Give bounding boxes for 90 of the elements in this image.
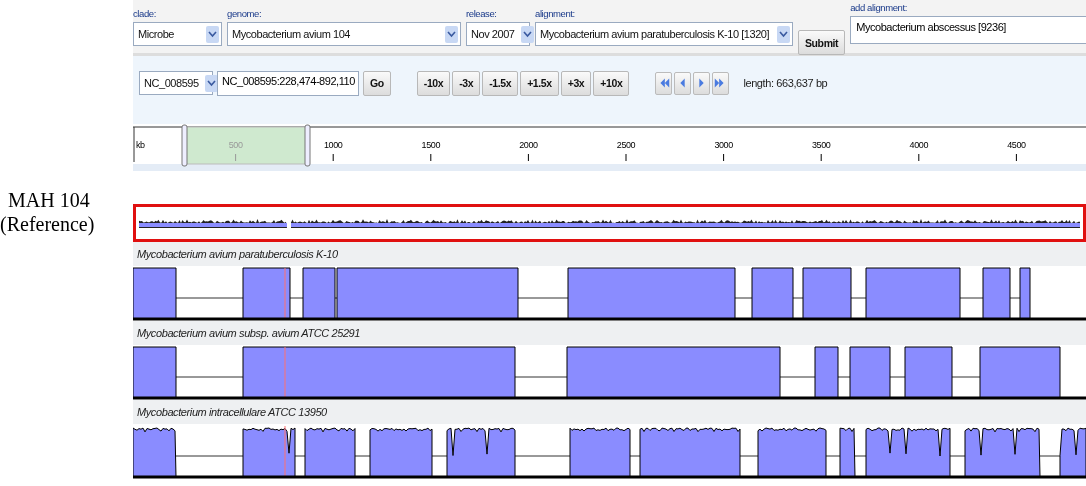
alignment-block [569,427,631,478]
marker-line [284,267,286,320]
zoom-button[interactable]: -3x [452,70,481,96]
caret-icon [777,25,790,43]
caret-icon [204,74,218,92]
dropdown[interactable]: Mycobacterium avium paratuberculosis K-10 [1320] [535,22,793,46]
gap-line [289,297,304,299]
dropdown[interactable]: Mycobacterium avium 104 [227,22,461,46]
position-field[interactable]: NC_008595:228,474-892,110 [217,70,359,96]
ruler-unit: kb [136,140,145,150]
gap-line [837,376,851,378]
zoom-button[interactable]: +1.5x [520,70,559,96]
submit-button[interactable]: Submit [798,30,846,55]
alignment-block [757,427,827,478]
alignment-block [304,427,356,478]
gap-line [1039,455,1061,457]
go-button[interactable]: Go [363,70,391,96]
gap-line [951,376,981,378]
field-label: alignment: [535,8,576,20]
ruler-label: 4500 [1007,140,1026,150]
ruler-label: 2500 [616,140,636,150]
alignment-block [133,267,177,320]
field-label: release: [466,8,498,20]
annotation-title: MAH 104 [8,188,90,212]
marker-line [284,425,286,478]
gap-line [850,297,867,299]
gap-line [792,297,804,299]
alignment-block [982,267,1011,320]
caret-icon [445,25,458,43]
field-label: add alignment: [850,2,908,14]
ruler-label: 3000 [714,140,733,150]
gap-line [354,455,371,457]
zoom-button[interactable]: -1.5x [482,70,519,96]
alignment-block [849,346,891,399]
gap-line [734,297,753,299]
zoom-button[interactable]: +3x [560,70,592,96]
track-name: Mycobacterium avium subsp. avium ATCC 25291 [137,327,361,339]
ruler-label: 3500 [812,140,831,150]
right-handle[interactable] [304,124,311,167]
fast-forward-icon[interactable] [712,71,730,95]
gap-line [175,376,244,378]
track-name: Mycobacterium avium paratuberculosis K-10 [137,248,338,260]
rewind-icon[interactable] [655,71,673,95]
ruler-label: 2000 [519,140,538,150]
gap-line [517,297,569,299]
ruler-label: 1000 [324,140,343,150]
alignment-block [814,346,839,399]
left-handle[interactable] [181,124,188,167]
zoom-button[interactable]: +10x [593,70,630,96]
gap-line [431,455,448,457]
alignment-block [133,427,177,478]
gap-line [825,455,841,457]
alignment-block [369,427,433,478]
alignment-block [446,427,516,478]
field-label: clade: [133,8,157,20]
gap-line [175,297,244,299]
alignment-block [802,267,852,320]
caret-icon [520,25,534,43]
alignment-block [242,427,296,478]
caret-icon [206,25,219,43]
alignment-block [133,346,177,399]
gap-line [514,376,568,378]
alignment-block [904,346,953,399]
gap-line [854,455,867,457]
alignment-block [242,267,291,320]
ruler-label: 4000 [909,140,928,150]
annotation-subtitle: (Reference) [0,212,95,236]
gap-line [514,455,571,457]
gap-line [294,455,306,457]
track-name: Mycobacterium intracellulare ATCC 13950 [137,406,327,418]
alignment-block [1019,267,1031,320]
alignment-block [751,267,794,320]
gap-line [175,455,244,457]
ruler-label: 1500 [421,140,440,150]
alignment-block [1059,427,1086,478]
gap-line [779,376,816,378]
gap-line [1009,297,1021,299]
gap-line [949,455,966,457]
gap-line [959,297,984,299]
gap-line [629,455,641,457]
gap-line [739,455,759,457]
zoom-button[interactable]: -10x [416,70,451,96]
gap-line [889,376,906,378]
length-text: length: 663,637 bp [743,77,828,89]
ruler-label: 500 [228,140,243,150]
input-field[interactable]: Mycobacterium abscessus [9236] [850,16,1086,44]
alignment-block [839,427,856,478]
dropdown[interactable]: Microbe [133,22,222,46]
marker-line [284,346,286,399]
field-label: genome: [227,8,263,20]
